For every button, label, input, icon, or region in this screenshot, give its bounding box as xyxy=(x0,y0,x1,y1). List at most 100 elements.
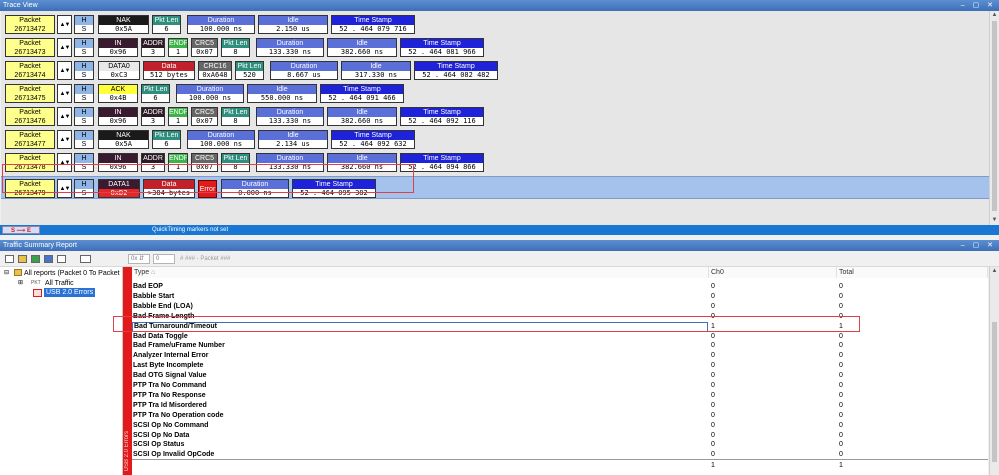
open-folder-icon[interactable] xyxy=(18,255,27,263)
scroll-thumb[interactable] xyxy=(992,21,997,211)
table-row[interactable]: SCSI Op No Command 0 0 xyxy=(132,421,988,431)
packet-cell[interactable]: Packet 26713476 xyxy=(5,107,55,126)
table-row[interactable]: SCSI Op No Data 0 0 xyxy=(132,431,988,441)
col-header-type[interactable]: Type ⌂ xyxy=(132,267,709,278)
field-ts[interactable]: Time Stamp 52 . 464 082 482 xyxy=(414,61,498,80)
report-scroll-thumb[interactable] xyxy=(992,322,997,462)
error-marker[interactable]: Error xyxy=(198,180,217,198)
table-row[interactable]: SCSI Op Status 0 0 xyxy=(132,440,988,450)
table-row[interactable]: Bad Frame Length 0 0 xyxy=(132,312,988,322)
field-idle[interactable]: Idle 382.660 ns xyxy=(327,107,397,126)
packet-number-combo[interactable]: 0 xyxy=(153,254,175,264)
field-pkt[interactable]: Pkt Len 8 xyxy=(221,107,250,126)
table-row[interactable]: Babble End (LOA) 0 0 xyxy=(132,302,988,312)
field-idle[interactable]: Idle 382.660 ns xyxy=(327,153,397,172)
packet-cell[interactable]: Packet 26713473 xyxy=(5,38,55,57)
scroll-up-icon[interactable]: ▲ xyxy=(990,11,999,20)
table-row[interactable]: Babble Start 0 0 xyxy=(132,292,988,302)
field-pkt[interactable]: Pkt Len 6 xyxy=(152,130,181,149)
trace-scrollbar[interactable]: ▲ ▼ xyxy=(989,11,999,225)
field-addr[interactable]: ADDR 3 xyxy=(141,107,165,126)
field-ts[interactable]: Time Stamp 52 . 464 091 466 xyxy=(320,84,404,103)
export-icon[interactable] xyxy=(31,255,40,263)
field-dur[interactable]: Duration 0.000 ns xyxy=(221,179,289,198)
table-row[interactable]: PTP Tra No Response 0 0 xyxy=(132,391,988,401)
field-addr[interactable]: ADDR 3 xyxy=(141,153,165,172)
field-ts[interactable]: Time Stamp 52 . 464 081 966 xyxy=(400,38,484,57)
field-pkt[interactable]: Pkt Len 520 xyxy=(235,61,264,80)
field-in[interactable]: IN 0x96 xyxy=(98,153,138,172)
field-ts[interactable]: Time Stamp 52 . 464 092 116 xyxy=(400,107,484,126)
print-icon[interactable] xyxy=(57,255,66,263)
field-endp[interactable]: ENDP 1 xyxy=(168,38,188,57)
field-addr[interactable]: ADDR 3 xyxy=(141,38,165,57)
field-ack[interactable]: ACK 0x4B xyxy=(98,84,138,103)
report-window-controls[interactable]: – ▢ ✕ xyxy=(961,240,996,251)
table-row[interactable]: PTP Tra No Command 0 0 xyxy=(132,381,988,391)
field-pkt[interactable]: Pkt Len 8 xyxy=(221,38,250,57)
trace-view-area[interactable]: Packet 26713472 ▲▼ H S NAK 0x5A Pkt Len 6 Duratio… xyxy=(1,11,989,225)
field-data[interactable]: Data >384 bytes xyxy=(143,179,195,198)
packet-cell[interactable]: Packet 26713472 xyxy=(5,15,55,34)
field-ts[interactable]: Time Stamp 52 . 464 095 382 xyxy=(292,179,376,198)
packet-cell[interactable]: Packet 26713478 xyxy=(5,153,55,172)
field-in[interactable]: IN 0x96 xyxy=(98,38,138,57)
field-data[interactable]: Data 512 bytes xyxy=(143,61,195,80)
tree-usb-errors[interactable]: USB 2.0 Errors xyxy=(44,288,96,297)
field-dur[interactable]: Duration 133.330 ns xyxy=(256,153,324,172)
field-in[interactable]: IN 0x96 xyxy=(98,107,138,126)
field-data1[interactable]: DATA1 0xD2 xyxy=(98,179,140,198)
tree-root[interactable]: All reports (Packet 0 To Packet xyxy=(24,269,120,278)
table-row[interactable]: PTP Tra No Operation code 0 0 xyxy=(132,411,988,421)
expand-icon[interactable]: ⊞ xyxy=(18,279,23,288)
field-crc5[interactable]: CRC5 0x07 xyxy=(191,107,218,126)
field-dur[interactable]: Duration 100.000 ns xyxy=(176,84,244,103)
field-idle[interactable]: Idle 382.660 ns xyxy=(327,38,397,57)
field-pkt[interactable]: Pkt Len 6 xyxy=(152,15,181,34)
field-dur[interactable]: Duration 100.000 ns xyxy=(187,130,255,149)
field-pkt[interactable]: Pkt Len 8 xyxy=(221,153,250,172)
trace-row[interactable]: Packet 26713479 ▲▼ H S DATA1 0xD2 Data >384 byte… xyxy=(1,176,989,199)
packet-cell[interactable]: Packet 26713474 xyxy=(5,61,55,80)
field-endp[interactable]: ENDP 1 xyxy=(168,107,188,126)
packet-cell[interactable]: Packet 26713479 xyxy=(5,179,55,198)
window-controls[interactable]: – ▢ ✕ xyxy=(961,0,996,11)
field-idle[interactable]: Idle 317.330 ns xyxy=(341,61,411,80)
field-dur[interactable]: Duration 133.330 ns xyxy=(256,38,324,57)
packet-cell[interactable]: Packet 26713475 xyxy=(5,84,55,103)
new-icon[interactable] xyxy=(5,255,14,263)
field-ts[interactable]: Time Stamp 52 . 464 094 866 xyxy=(400,153,484,172)
field-nak[interactable]: NAK 0x5A xyxy=(98,130,149,149)
field-dur[interactable]: Duration 133.330 ns xyxy=(256,107,324,126)
table-row[interactable]: Bad Data Toggle 0 0 xyxy=(132,332,988,342)
field-data0[interactable]: DATA0 0xC3 xyxy=(98,61,140,80)
report-scrollbar[interactable]: ▲ xyxy=(989,267,999,475)
quicktiming-se-button[interactable]: S ⟶ E xyxy=(2,226,40,234)
scroll-down-icon[interactable]: ▼ xyxy=(990,216,999,225)
radix-combo[interactable]: 0x ⇵ xyxy=(128,254,150,264)
table-row[interactable]: Bad Frame/uFrame Number 0 0 xyxy=(132,341,988,351)
col-header-ch0[interactable]: Ch0 xyxy=(709,267,837,278)
packet-cell[interactable]: Packet 26713477 xyxy=(5,130,55,149)
field-endp[interactable]: ENDP 1 xyxy=(168,153,188,172)
table-row[interactable]: Bad Turnaround/Timeout 1 1 xyxy=(132,321,988,332)
field-idle[interactable]: Idle 550.000 ns xyxy=(247,84,317,103)
table-row[interactable]: Last Byte Incomplete 0 0 xyxy=(132,361,988,371)
table-row[interactable]: PTP Tra Id Misordered 0 0 xyxy=(132,401,988,411)
table-row[interactable]: Analyzer Internal Error 0 0 xyxy=(132,351,988,361)
field-dur[interactable]: Duration 8.667 us xyxy=(270,61,338,80)
save-icon[interactable] xyxy=(44,255,53,263)
field-crc5[interactable]: CRC5 0x07 xyxy=(191,153,218,172)
field-nak[interactable]: NAK 0x5A xyxy=(98,15,149,34)
field-dur[interactable]: Duration 100.000 ns xyxy=(187,15,255,34)
field-crc5[interactable]: CRC5 0x07 xyxy=(191,38,218,57)
table-row[interactable]: Bad EOP 0 0 xyxy=(132,282,988,292)
field-ts[interactable]: Time Stamp 52 . 464 092 632 xyxy=(331,130,415,149)
field-idle[interactable]: Idle 2.134 us xyxy=(258,130,328,149)
table-row[interactable]: Bad OTG Signal Value 0 0 xyxy=(132,371,988,381)
report-scroll-up-icon[interactable]: ▲ xyxy=(990,267,999,276)
col-header-total[interactable]: Total xyxy=(837,267,988,278)
field-crc16[interactable]: CRC16 0xA648 xyxy=(198,61,232,80)
tree-all-traffic[interactable]: All Traffic xyxy=(45,279,74,288)
report-settings-icon[interactable] xyxy=(80,255,91,263)
